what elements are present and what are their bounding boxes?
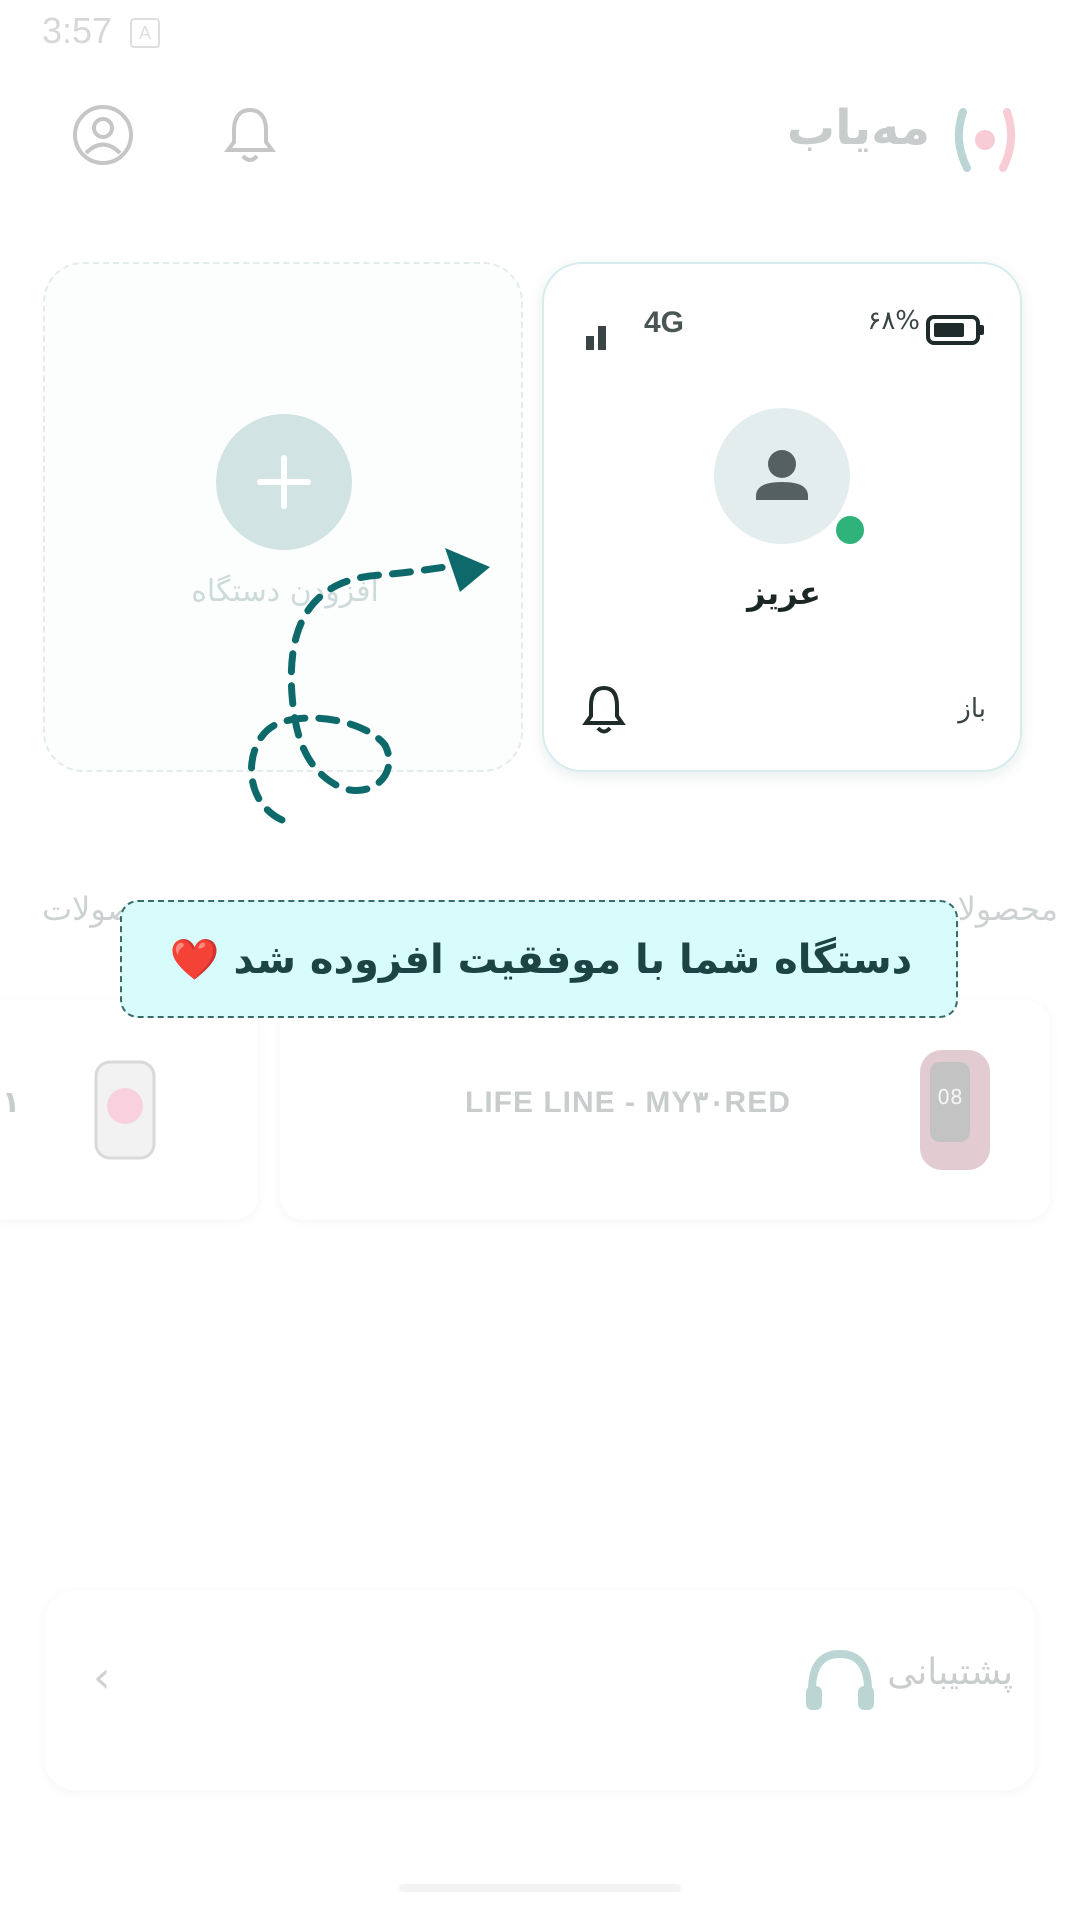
product-name: ۱ — [2, 1085, 21, 1120]
success-toast: دستگاه شما با موفقیت افزوده شد ❤️ — [120, 900, 958, 1018]
avatar[interactable] — [714, 408, 850, 544]
support-card[interactable]: پشتیبانی ‹ — [45, 1590, 1035, 1790]
add-device-label: افزودن دستگاه — [191, 574, 379, 609]
toast-message: دستگاه شما با موفقیت افزوده شد ❤️ — [169, 937, 913, 983]
profile-icon[interactable] — [72, 104, 134, 170]
status-a-icon: A — [130, 18, 160, 48]
product-card[interactable]: ۱ — [0, 1000, 258, 1220]
svg-text:08: 08 — [937, 1085, 962, 1109]
bell-icon[interactable] — [224, 104, 276, 170]
chevron-left-icon[interactable]: ‹ — [93, 1652, 111, 1703]
bell-icon[interactable] — [582, 684, 626, 740]
brand-logo-icon — [945, 100, 1025, 180]
device-name: عزیز — [747, 574, 821, 612]
home-indicator[interactable] — [399, 1884, 681, 1892]
device-card[interactable]: 4G ۶۸% عزیز باز — [542, 262, 1022, 772]
add-device-button[interactable] — [216, 414, 352, 550]
watch-icon: 08 — [900, 1040, 1010, 1180]
online-status-dot — [832, 512, 868, 548]
signal-icon — [584, 316, 624, 354]
device-status-label: باز — [958, 694, 986, 724]
product-card[interactable]: LIFE LINE - MY۳۰RED 08 — [280, 1000, 1050, 1220]
person-icon — [756, 450, 808, 500]
product-name: LIFE LINE - MY۳۰RED — [465, 1086, 791, 1119]
add-device-card[interactable]: افزودن دستگاه — [43, 262, 523, 772]
headset-icon — [800, 1642, 880, 1726]
watch-icon — [90, 1048, 160, 1173]
battery-icon — [926, 314, 986, 350]
network-label: 4G — [644, 306, 685, 339]
brand-name: مه‌یاب — [786, 100, 930, 156]
plus-icon — [257, 455, 311, 509]
status-time: 3:57 — [42, 10, 113, 51]
support-label: پشتیبانی — [887, 1652, 1013, 1693]
battery-percent: ۶۸% — [867, 306, 920, 336]
